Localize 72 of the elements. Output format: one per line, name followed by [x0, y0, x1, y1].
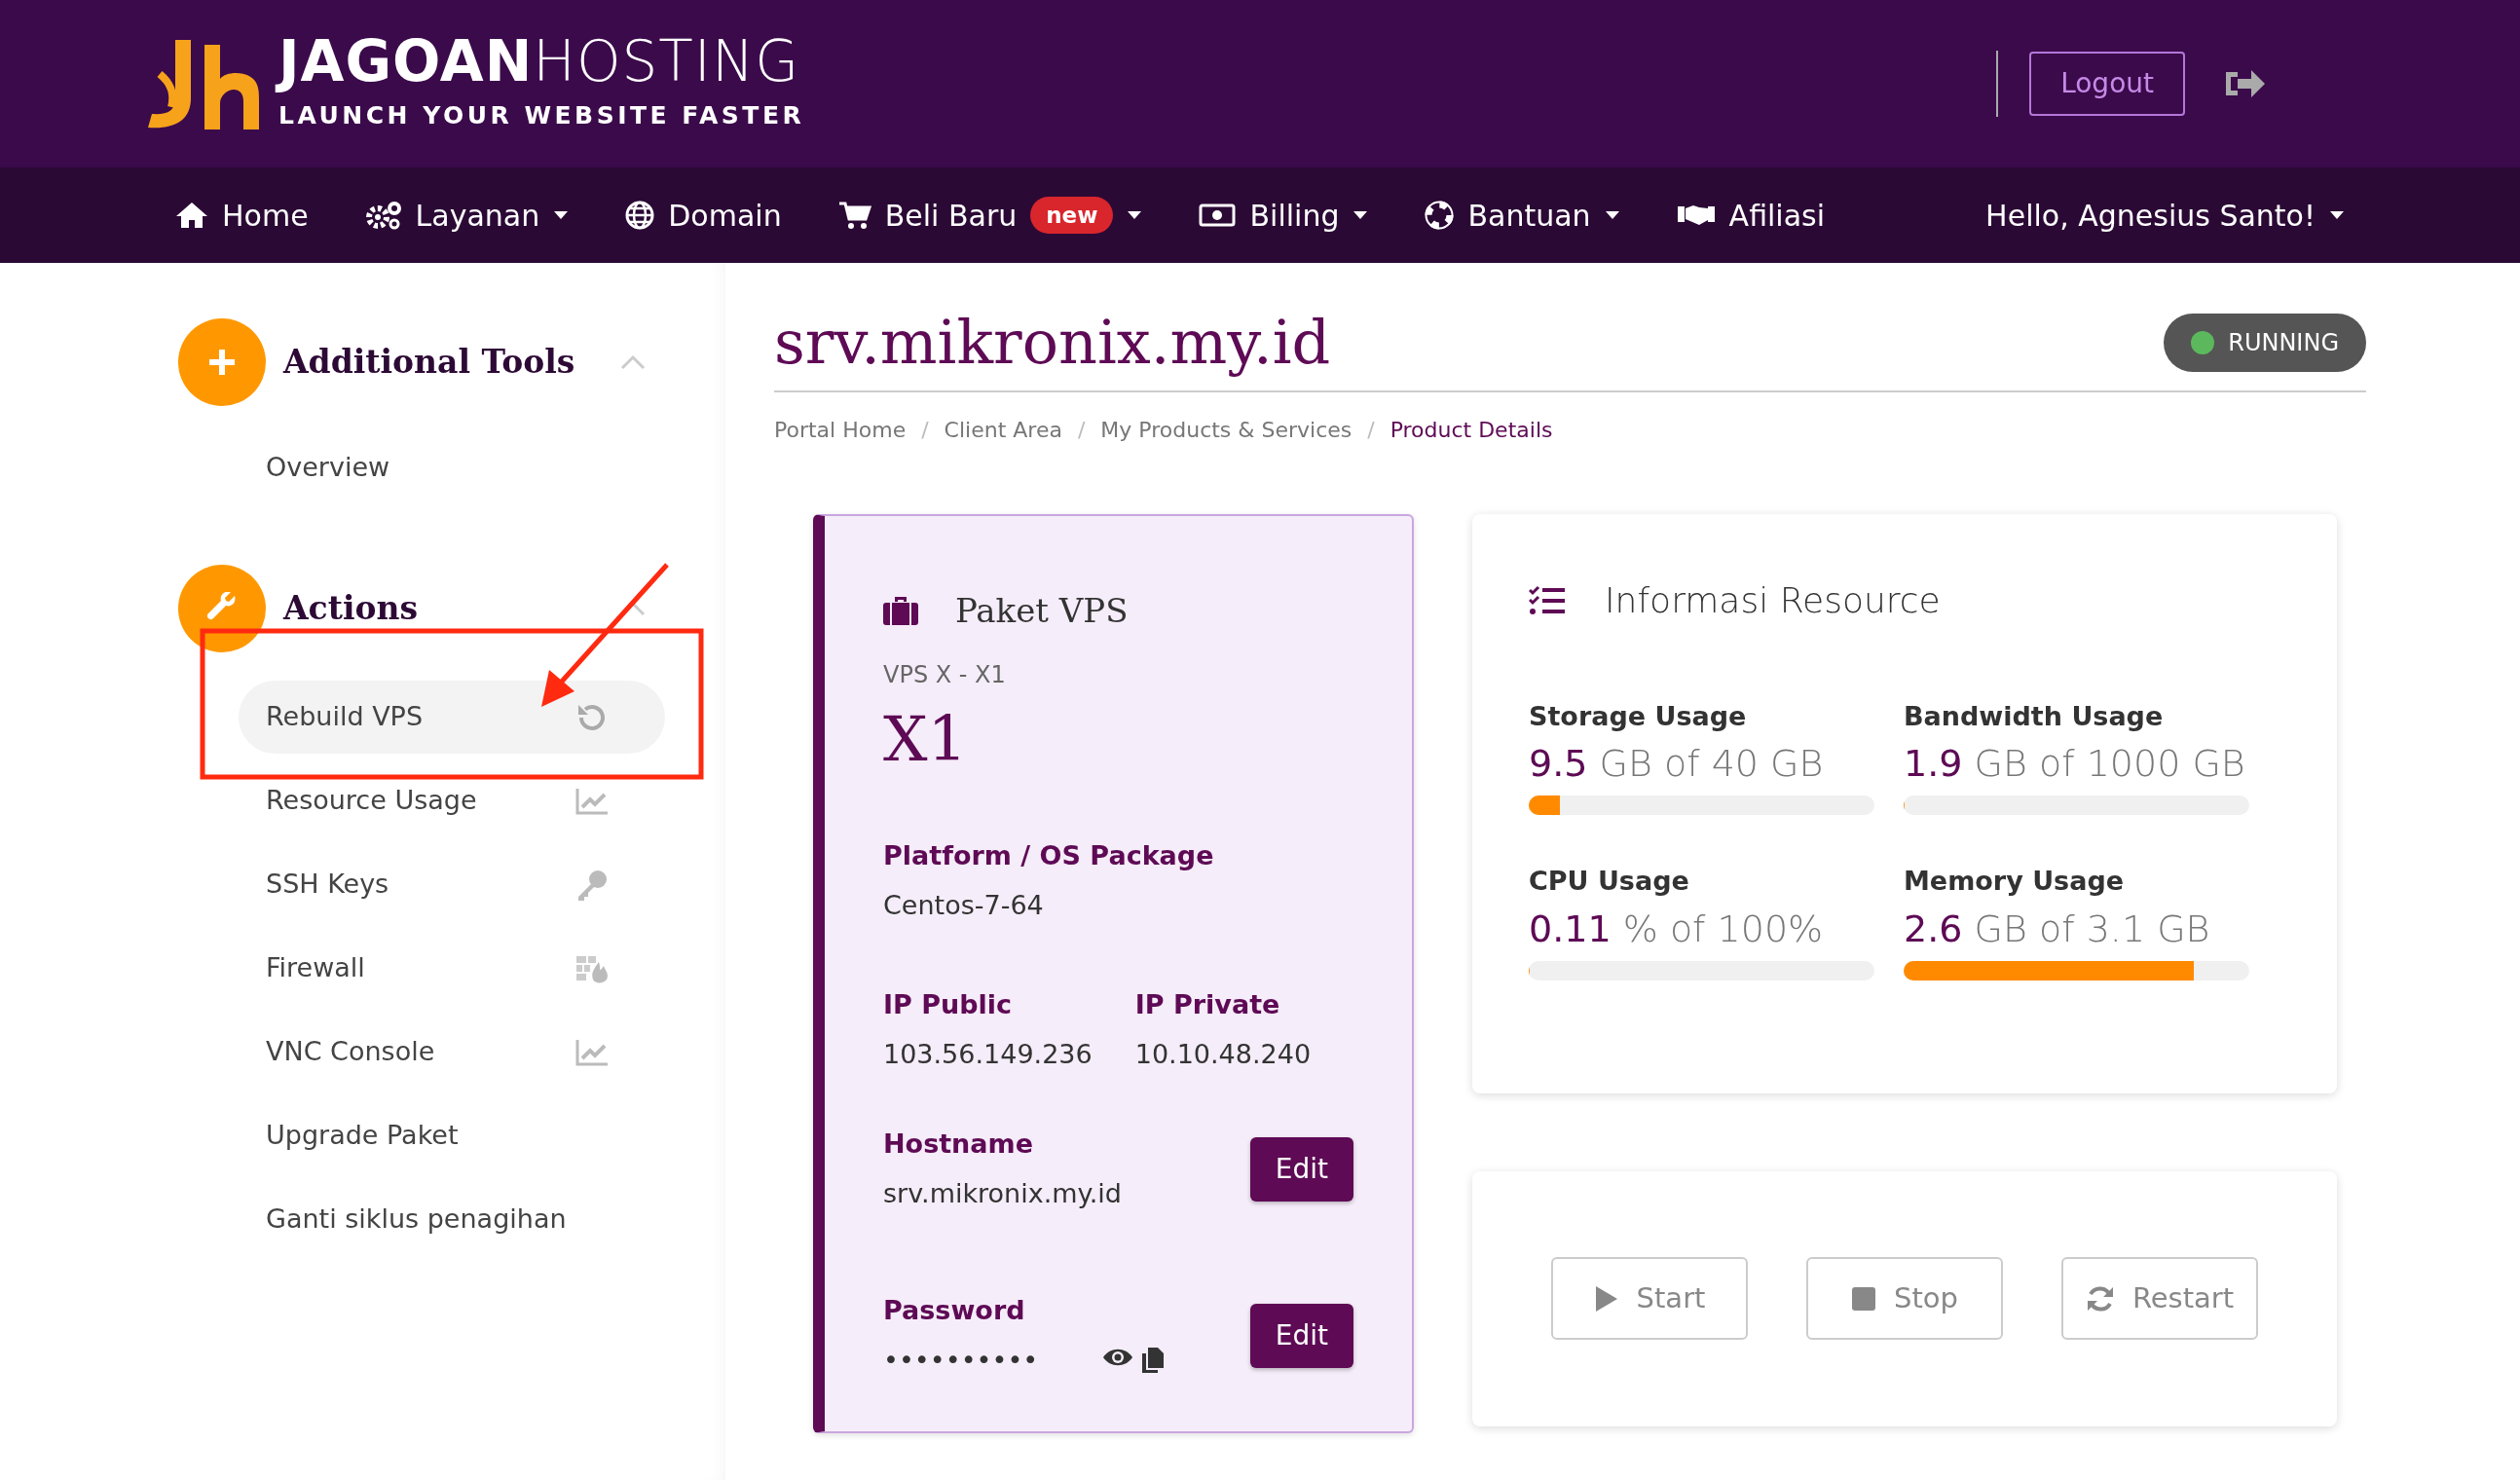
- breadcrumb-link[interactable]: Portal Home: [774, 413, 907, 446]
- nav-link[interactable]: Home: [175, 193, 309, 238]
- checklist-icon: [1529, 584, 1566, 616]
- nav-link[interactable]: Billing: [1199, 193, 1369, 238]
- breadcrumb-link[interactable]: Client Area: [944, 413, 1062, 446]
- play-icon: [1593, 1283, 1619, 1314]
- sidebar-item[interactable]: Firewall: [239, 932, 665, 1005]
- copy-icon[interactable]: [1141, 1347, 1166, 1375]
- breadcrumb-link[interactable]: Product Details: [1390, 413, 1553, 446]
- field-label: Platform / OS Package: [883, 839, 1215, 873]
- field-value: 10.10.48.240: [1134, 1037, 1312, 1071]
- banknote-icon: [1199, 203, 1237, 228]
- page-title: srv.mikronix.my.id: [774, 306, 1331, 380]
- chart-icon: [575, 1038, 609, 1066]
- usage-value: 1.9 GB of 1000 GB: [1904, 741, 2246, 788]
- sidebar-item[interactable]: Upgrade Paket: [239, 1099, 665, 1172]
- usage-value: 9.5 GB of 40 GB: [1529, 741, 1825, 788]
- field-value: Centos-7-64: [883, 888, 1045, 922]
- logo-tagline: LAUNCH YOUR WEBSITE FASTER: [278, 100, 805, 132]
- lifebuoy-icon: [1425, 201, 1455, 230]
- usage-value: 2.6 GB of 3.1 GB: [1904, 906, 2211, 952]
- usage-label: Memory Usage: [1904, 865, 2126, 899]
- stop-icon: [1851, 1285, 1877, 1312]
- package-name: VPS X - X1: [883, 659, 1007, 690]
- edit-button[interactable]: Edit: [1249, 1136, 1353, 1202]
- plan-name: X1: [883, 701, 969, 777]
- nav-link[interactable]: Bantuan: [1425, 193, 1620, 238]
- sidebar-item[interactable]: Overview: [239, 431, 665, 504]
- field-label: Hostname: [883, 1128, 1034, 1162]
- sidebar-item[interactable]: Resource Usage: [239, 764, 665, 837]
- key-icon: [575, 868, 609, 902]
- breadcrumb-separator: /: [1077, 416, 1086, 444]
- gears-icon: [364, 201, 402, 230]
- masked-password: ••••••••••: [883, 1343, 1039, 1377]
- usage-value: 0.11 % of 100%: [1529, 906, 1825, 952]
- nav-link[interactable]: Beli Baru new: [837, 193, 1143, 238]
- new-badge: new: [1030, 196, 1114, 235]
- nav-link[interactable]: Afiliasi: [1676, 193, 1826, 238]
- sidebar-item[interactable]: VNC Console: [239, 1016, 665, 1089]
- field-value: 103.56.149.236: [883, 1037, 1093, 1071]
- usage-label: Storage Usage: [1529, 699, 1748, 733]
- field-label: Password: [883, 1294, 1026, 1328]
- home-icon: [175, 201, 208, 230]
- chart-icon: [575, 787, 609, 815]
- nav-link[interactable]: Layanan: [364, 193, 570, 238]
- globe-icon: [625, 201, 655, 230]
- usage-label: CPU Usage: [1529, 865, 1690, 899]
- play-button[interactable]: Start: [1551, 1257, 1748, 1341]
- breadcrumb-separator: /: [1367, 416, 1375, 444]
- refresh-icon: [2085, 1283, 2115, 1314]
- usage-label: Bandwidth Usage: [1904, 699, 2165, 733]
- field-label: IP Public: [883, 988, 1014, 1022]
- section-title: Actions: [283, 588, 420, 630]
- briefcase-icon: [883, 595, 918, 627]
- user-menu[interactable]: Hello, Agnesius Santo!: [1985, 193, 2345, 238]
- sidebar-item[interactable]: SSH Keys: [239, 848, 665, 921]
- panel-title: Informasi Resource: [1605, 578, 1941, 622]
- cart-icon: [837, 201, 871, 230]
- breadcrumb-separator: /: [921, 416, 929, 444]
- stop-button[interactable]: Stop: [1806, 1257, 2003, 1341]
- nav-link[interactable]: Domain: [625, 193, 782, 238]
- sidebar-item[interactable]: Ganti siklus penagihan: [239, 1183, 665, 1256]
- breadcrumb-link[interactable]: My Products & Services: [1100, 413, 1353, 446]
- sidebar-item[interactable]: Rebuild VPS: [239, 681, 665, 754]
- field-value: srv.mikronix.my.id: [883, 1176, 1122, 1210]
- edit-button[interactable]: Edit: [1249, 1303, 1353, 1368]
- card-title: Paket VPS: [955, 589, 1129, 632]
- section-title: Additional Tools: [283, 342, 576, 384]
- status-badge: RUNNING: [2164, 314, 2366, 373]
- logout-button[interactable]: Logout: [2029, 52, 2185, 116]
- field-label: IP Private: [1134, 988, 1281, 1022]
- refresh-button[interactable]: Restart: [2061, 1257, 2258, 1341]
